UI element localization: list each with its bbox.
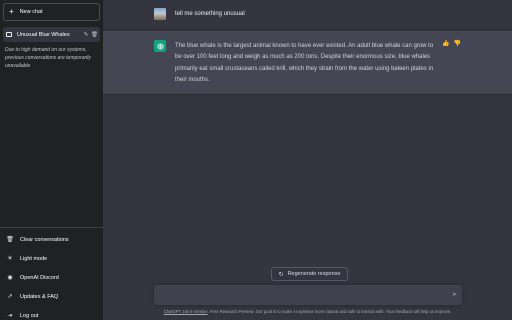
discord-icon: ◉ bbox=[7, 275, 13, 281]
plus-icon: + bbox=[9, 7, 14, 16]
message-input[interactable]: ➤ bbox=[154, 285, 462, 305]
new-chat-label: New chat bbox=[19, 9, 43, 15]
light-mode-label: Light mode bbox=[20, 255, 48, 262]
logout-label: Log out bbox=[20, 312, 39, 319]
thumbs-down-icon[interactable]: 👎 bbox=[453, 40, 460, 47]
assistant-message-row: The blue whale is the largest animal kno… bbox=[103, 31, 512, 95]
feedback-buttons: 👍 👎 bbox=[442, 40, 461, 47]
updates-faq-label: Updates & FAQ bbox=[20, 293, 59, 300]
discord-label: OpenAI Discord bbox=[20, 274, 59, 281]
clear-conversations-button[interactable]: 🗑 Clear conversations bbox=[0, 230, 103, 249]
refresh-icon: ↻ bbox=[278, 271, 284, 278]
user-message: tell me something unusual bbox=[175, 11, 245, 17]
discord-link[interactable]: ◉ OpenAI Discord bbox=[0, 268, 103, 287]
sidebar-bottom-menu: 🗑 Clear conversations ☀ Light mode ◉ Ope… bbox=[0, 227, 103, 320]
footer-text: . Free Research Preview. Our goal is to … bbox=[207, 309, 452, 314]
updates-faq-link[interactable]: ↗ Updates & FAQ bbox=[0, 287, 103, 306]
openai-logo-icon bbox=[154, 40, 166, 52]
availability-notice: Due to high demand on our systems, previ… bbox=[5, 47, 91, 69]
send-icon[interactable]: ➤ bbox=[452, 291, 457, 298]
thumbs-up-icon[interactable]: 👍 bbox=[442, 40, 449, 47]
logout-button[interactable]: ⇥ Log out bbox=[0, 306, 103, 320]
light-mode-button[interactable]: ☀ Light mode bbox=[0, 249, 103, 268]
sun-icon: ☀ bbox=[7, 256, 13, 262]
external-link-icon: ↗ bbox=[7, 294, 13, 300]
chat-main: tell me something unusual The blue whale… bbox=[103, 0, 512, 320]
regenerate-label: Regenerate response bbox=[287, 271, 341, 277]
regenerate-response-button[interactable]: ↻ Regenerate response bbox=[271, 267, 348, 281]
conversation-item[interactable]: Unusual Blue Whales ✎ 🗑 bbox=[3, 27, 100, 42]
edit-icon[interactable]: ✎ bbox=[83, 32, 89, 38]
user-avatar bbox=[154, 8, 166, 20]
trash-icon[interactable]: 🗑 bbox=[91, 32, 98, 38]
version-link[interactable]: ChatGPT Jan 9 Version bbox=[164, 309, 208, 314]
trash-icon: 🗑 bbox=[6, 237, 14, 243]
new-chat-button[interactable]: + New chat bbox=[3, 3, 100, 21]
message-icon bbox=[6, 32, 12, 37]
footer-disclaimer: ChatGPT Jan 9 Version. Free Research Pre… bbox=[103, 309, 512, 314]
user-message-row: tell me something unusual bbox=[103, 0, 512, 30]
conversation-title: Unusual Blue Whales bbox=[17, 31, 70, 38]
assistant-message: The blue whale is the largest animal kno… bbox=[175, 43, 434, 84]
logout-icon: ⇥ bbox=[7, 313, 13, 319]
clear-conversations-label: Clear conversations bbox=[20, 236, 69, 243]
sidebar: + New chat Unusual Blue Whales ✎ 🗑 Due t… bbox=[0, 0, 103, 320]
